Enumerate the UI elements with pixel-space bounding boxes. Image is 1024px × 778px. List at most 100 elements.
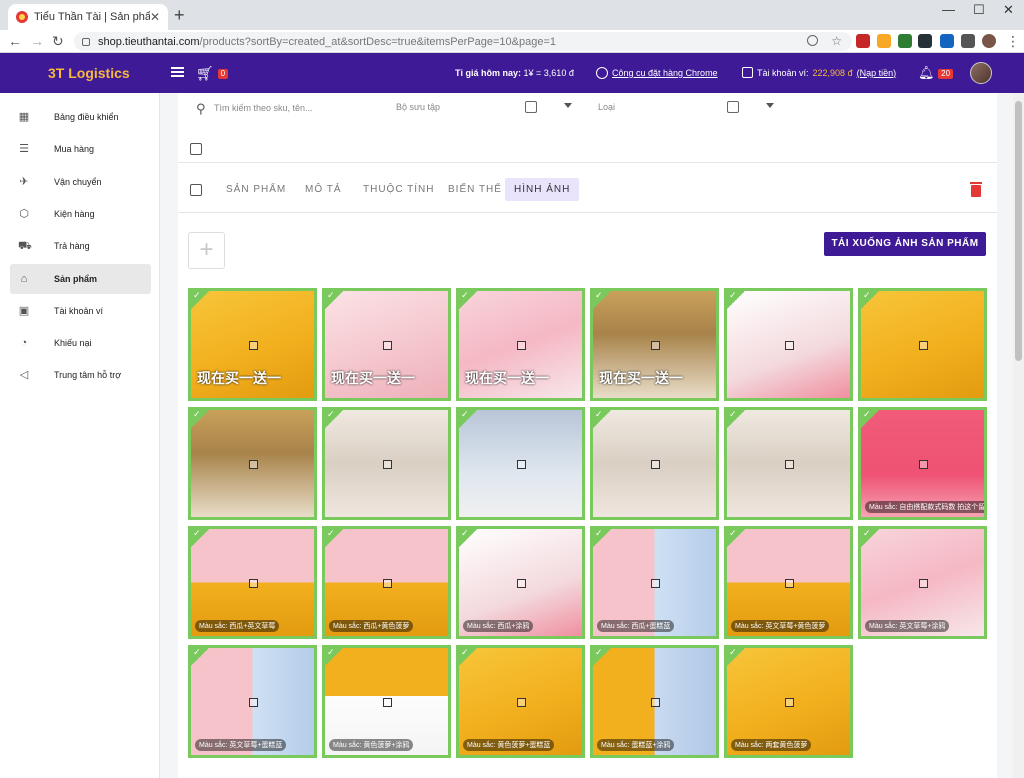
- image-select-checkbox[interactable]: [517, 460, 526, 469]
- image-select-checkbox[interactable]: [785, 579, 794, 588]
- selected-check-icon[interactable]: [459, 648, 477, 666]
- download-images-button[interactable]: TẢI XUỐNG ẢNH SẢN PHẨM: [824, 232, 986, 256]
- reload-icon[interactable]: ↻: [52, 33, 64, 49]
- image-select-checkbox[interactable]: [919, 579, 928, 588]
- extension-icon[interactable]: [856, 34, 870, 48]
- product-image-tile[interactable]: Màu sắc: 黄色菠萝+蛋糕蓝: [456, 645, 585, 758]
- image-select-checkbox[interactable]: [383, 579, 392, 588]
- maximize-window-button[interactable]: ☐: [973, 2, 985, 18]
- add-image-button[interactable]: +: [188, 232, 225, 269]
- product-image-tile[interactable]: Màu sắc: 西瓜+涂鸦: [456, 526, 585, 639]
- selected-check-icon[interactable]: [861, 529, 879, 547]
- selected-check-icon[interactable]: [727, 410, 745, 428]
- image-select-checkbox[interactable]: [517, 341, 526, 350]
- selected-check-icon[interactable]: [593, 529, 611, 547]
- selected-check-icon[interactable]: [861, 291, 879, 309]
- selected-check-icon[interactable]: [325, 529, 343, 547]
- product-image-tile[interactable]: Màu sắc: 西瓜+英文草莓: [188, 526, 317, 639]
- type-list-icon[interactable]: [727, 101, 739, 113]
- selected-check-icon[interactable]: [593, 410, 611, 428]
- extension-icon[interactable]: [898, 34, 912, 48]
- collection-select-label[interactable]: Bộ sưu tập: [396, 102, 440, 112]
- select-all-checkbox[interactable]: [190, 143, 202, 155]
- selected-check-icon[interactable]: [459, 291, 477, 309]
- image-select-checkbox[interactable]: [249, 698, 258, 707]
- selected-check-icon[interactable]: [593, 648, 611, 666]
- tab-attributes[interactable]: THUỘC TÍNH: [354, 178, 443, 201]
- selected-check-icon[interactable]: [727, 648, 745, 666]
- product-image-tile[interactable]: [322, 407, 451, 520]
- address-bar[interactable]: shop.tieuthantai.com /products?sortBy=cr…: [74, 32, 852, 51]
- user-avatar[interactable]: [970, 62, 992, 84]
- app-logo[interactable]: 3T Logistics: [48, 65, 130, 81]
- selected-check-icon[interactable]: [727, 291, 745, 309]
- tab-variants[interactable]: BIẾN THỂ: [439, 178, 511, 201]
- product-image-tile[interactable]: [590, 407, 719, 520]
- image-select-checkbox[interactable]: [919, 460, 928, 469]
- product-image-tile[interactable]: [188, 407, 317, 520]
- new-tab-button[interactable]: +: [174, 6, 185, 24]
- image-select-checkbox[interactable]: [249, 460, 258, 469]
- trash-icon[interactable]: [970, 182, 982, 197]
- product-image-tile[interactable]: Màu sắc: 两套黄色菠萝: [724, 645, 853, 758]
- product-image-tile[interactable]: Màu sắc: 英文草莓+涂鸦: [858, 526, 987, 639]
- image-select-checkbox[interactable]: [919, 341, 928, 350]
- type-select-label[interactable]: Loại: [598, 102, 615, 112]
- extension-icon[interactable]: [940, 34, 954, 48]
- sidebar-item-4[interactable]: ⛟ Trả hàng: [10, 231, 151, 261]
- row-checkbox[interactable]: [190, 184, 202, 196]
- browser-tab[interactable]: Tiểu Thần Tài | Sản phẩm ✕: [8, 4, 168, 30]
- sidebar-item-2[interactable]: ✈ Vận chuyển: [10, 167, 151, 197]
- image-select-checkbox[interactable]: [651, 698, 660, 707]
- product-image-tile[interactable]: Màu sắc: 自由搭配款式码数 拍这个留言: [858, 407, 987, 520]
- profile-avatar-icon[interactable]: [982, 34, 996, 48]
- extension-icon[interactable]: [877, 34, 891, 48]
- image-select-checkbox[interactable]: [785, 460, 794, 469]
- product-image-tile[interactable]: Màu sắc: 蛋糕蓝+涂鸦: [590, 645, 719, 758]
- collection-list-icon[interactable]: [525, 101, 537, 113]
- extension-icon[interactable]: [918, 34, 932, 48]
- hamburger-menu-icon[interactable]: [171, 67, 184, 77]
- image-select-checkbox[interactable]: [517, 579, 526, 588]
- product-image-tile[interactable]: Màu sắc: 西瓜+蛋糕蓝: [590, 526, 719, 639]
- selected-check-icon[interactable]: [459, 529, 477, 547]
- chevron-down-icon[interactable]: [766, 103, 774, 108]
- product-image-tile[interactable]: Màu sắc: 西瓜+黄色菠萝: [322, 526, 451, 639]
- image-select-checkbox[interactable]: [651, 341, 660, 350]
- zoom-icon[interactable]: [807, 35, 818, 46]
- product-image-tile[interactable]: Màu sắc: 黄色菠萝+涂鸦: [322, 645, 451, 758]
- image-select-checkbox[interactable]: [249, 579, 258, 588]
- selected-check-icon[interactable]: [325, 648, 343, 666]
- image-select-checkbox[interactable]: [517, 698, 526, 707]
- product-image-tile[interactable]: [858, 288, 987, 401]
- selected-check-icon[interactable]: [325, 291, 343, 309]
- product-image-tile[interactable]: [456, 407, 585, 520]
- notification-button[interactable]: 🔔︎ 20: [918, 65, 954, 81]
- product-image-tile[interactable]: 现在买一送一: [322, 288, 451, 401]
- chrome-tool-link[interactable]: Công cụ đặt hàng Chrome: [596, 67, 718, 79]
- page-scrollbar[interactable]: [1013, 93, 1024, 778]
- forward-arrow-icon[interactable]: →: [30, 33, 44, 49]
- tab-images[interactable]: HÌNH ẢNH: [505, 178, 580, 201]
- image-select-checkbox[interactable]: [651, 460, 660, 469]
- product-image-tile[interactable]: 现在买一送一: [590, 288, 719, 401]
- selected-check-icon[interactable]: [191, 410, 209, 428]
- puzzle-icon[interactable]: [961, 34, 975, 48]
- image-select-checkbox[interactable]: [249, 341, 258, 350]
- wallet-topup-link[interactable]: (Nạp tiền): [857, 68, 897, 78]
- scrollbar-thumb[interactable]: [1015, 101, 1022, 361]
- selected-check-icon[interactable]: [727, 529, 745, 547]
- product-image-tile[interactable]: 现在买一送一: [188, 288, 317, 401]
- sidebar-item-3[interactable]: ⬡ Kiện hàng: [10, 199, 151, 229]
- image-select-checkbox[interactable]: [785, 341, 794, 350]
- menu-kebab-icon[interactable]: ⋮: [1006, 33, 1020, 49]
- sidebar-item-8[interactable]: ◁ Trung tâm hỗ trợ: [10, 360, 151, 390]
- image-select-checkbox[interactable]: [651, 579, 660, 588]
- product-image-tile[interactable]: Màu sắc: 英文草莓+黄色菠萝: [724, 526, 853, 639]
- sidebar-item-5[interactable]: ⌂ Sản phẩm: [10, 263, 151, 294]
- sidebar-item-7[interactable]: ◔ Khiếu nại: [10, 328, 151, 358]
- back-arrow-icon[interactable]: ←: [8, 33, 22, 49]
- search-input[interactable]: [214, 99, 384, 117]
- selected-check-icon[interactable]: [593, 291, 611, 309]
- close-window-button[interactable]: ✕: [1003, 2, 1014, 18]
